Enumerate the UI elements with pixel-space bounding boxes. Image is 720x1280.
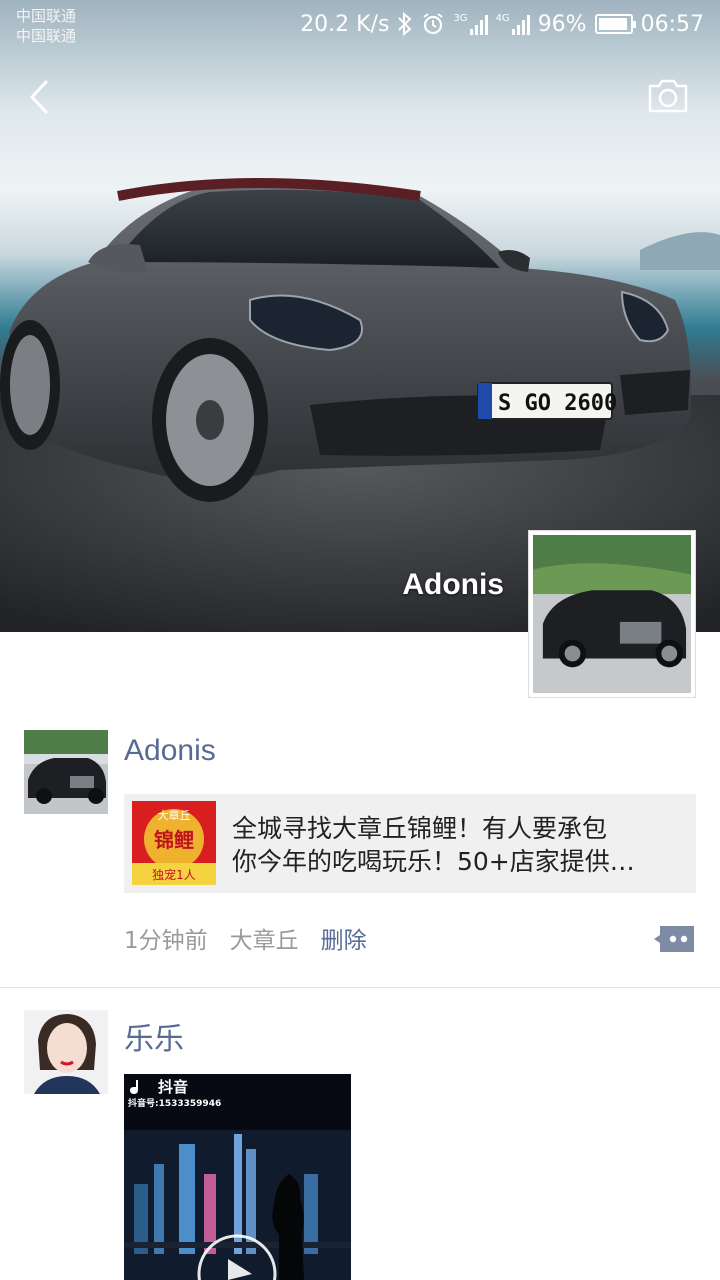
link-thumbnail: 大章丘 锦鲤 独宠1人 (132, 801, 216, 885)
net-type-1: 3G (453, 13, 468, 24)
signal-3g: 3G (453, 13, 488, 35)
alarm-icon (423, 13, 444, 35)
tiktok-id: 抖音号:1533359946 (128, 1099, 222, 1109)
moment-post: Adonis 大章丘 锦鲤 独宠1人 全城寻找大章丘锦鲤！有人要承包 你今年的吃… (0, 730, 720, 988)
signal-4g: 4G (496, 13, 530, 35)
battery-percent: 96% (537, 11, 587, 37)
signal-bars-icon (469, 13, 488, 35)
battery-icon (594, 14, 636, 34)
video-thumbnail[interactable]: 抖音 抖音号:1533359946 (124, 1074, 351, 1280)
battery-fill (598, 18, 628, 30)
post-author[interactable]: 乐乐 (124, 1014, 184, 1058)
net-type-2: 4G (495, 13, 510, 24)
profile-avatar[interactable] (528, 530, 696, 698)
post-avatar[interactable] (24, 730, 108, 814)
post-location[interactable]: 大章丘 (230, 921, 299, 955)
chevron-left-icon (29, 80, 48, 114)
delete-link[interactable]: 删除 (321, 921, 367, 955)
carrier-1: 中国联通 (16, 7, 77, 25)
signal-bars-icon (511, 13, 530, 35)
clock: 06:57 (640, 11, 704, 37)
carrier-label: 中国联通 中国联通 (16, 6, 76, 46)
koi-promo-image: 大章丘 锦鲤 独宠1人 (132, 801, 216, 885)
thumb-main-text: 锦鲤 (154, 828, 194, 852)
moment-post: 乐乐 抖音 抖音号:1533359946 (0, 1010, 720, 1280)
tiktok-label: 抖音 (158, 1078, 189, 1096)
comment-dots-icon (654, 926, 694, 952)
avatar-car-image (24, 730, 108, 814)
camera-icon (648, 79, 688, 113)
back-button[interactable] (20, 72, 64, 122)
bluetooth-icon (398, 12, 412, 36)
avatar-car-image (533, 535, 691, 693)
thumb-bottom-text: 独宠1人 (152, 867, 196, 882)
shared-link-card[interactable]: 大章丘 锦鲤 独宠1人 全城寻找大章丘锦鲤！有人要承包 你今年的吃喝玩乐！50+… (124, 794, 696, 893)
license-plate-text: S GO 2600 (498, 391, 617, 416)
comment-button[interactable] (652, 924, 696, 954)
status-bar: 中国联通 中国联通 20.2 K/s 3G 4G 96% 06:57 (0, 0, 720, 50)
camera-button[interactable] (646, 76, 690, 116)
avatar-woman-image (24, 1010, 108, 1094)
status-right: 20.2 K/s 3G 4G 96% 06:57 (300, 8, 704, 40)
post-time: 1分钟前 (124, 928, 208, 954)
carrier-2: 中国联通 (16, 27, 77, 45)
cover-user-name: Adonis (402, 568, 504, 601)
link-title: 全城寻找大章丘锦鲤！有人要承包 你今年的吃喝玩乐！50+店家提供… (232, 814, 635, 876)
post-meta: 1分钟前 大章丘 删除 (124, 921, 367, 955)
post-author[interactable]: Adonis (124, 734, 216, 768)
post-avatar[interactable] (24, 1010, 108, 1094)
net-speed: 20.2 K/s (300, 11, 390, 37)
thumb-top-text: 大章丘 (158, 808, 191, 822)
